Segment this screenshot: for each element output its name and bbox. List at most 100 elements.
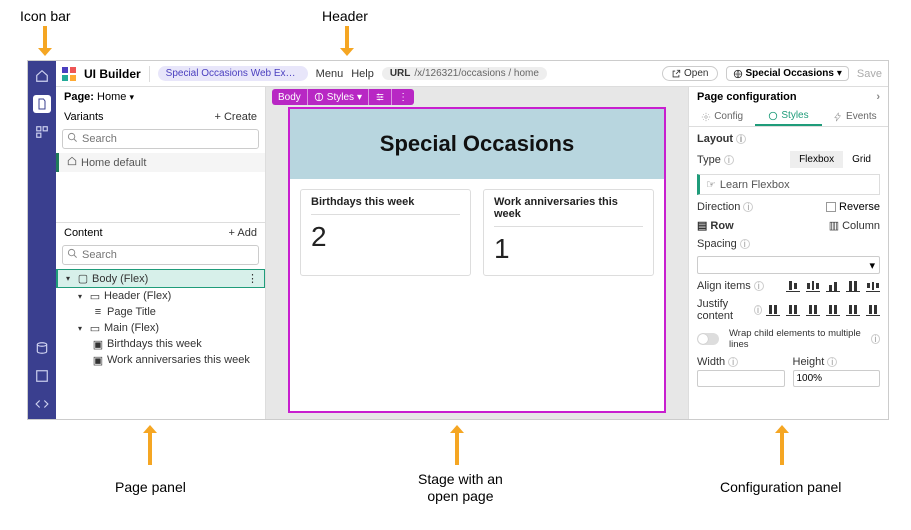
url-label: URL	[390, 68, 411, 79]
tree-card2[interactable]: ▣ Work anniversaries this week	[56, 352, 265, 368]
wrap-toggle[interactable]	[697, 333, 719, 345]
tab-label: Styles	[781, 110, 808, 121]
tree-header[interactable]: ▾ ▭ Header (Flex)	[56, 288, 265, 304]
reverse-checkbox[interactable]: Reverse	[826, 201, 880, 213]
page-selector[interactable]: Page: Home ▾	[56, 87, 265, 107]
menu-button[interactable]: Menu	[316, 68, 344, 80]
direction-row-button[interactable]: ▤ Row	[697, 219, 734, 232]
stage-area: Body Styles ▾ ⋮ Special O	[266, 87, 688, 419]
info-icon[interactable]: i	[871, 334, 880, 344]
info-icon[interactable]: i	[743, 202, 753, 212]
toolbar-settings-icon[interactable]	[369, 89, 392, 105]
tree-main[interactable]: ▾ ▭ Main (Flex)	[56, 320, 265, 336]
help-button[interactable]: Help	[351, 68, 374, 80]
info-icon[interactable]: i	[728, 357, 738, 367]
page-icon[interactable]	[33, 95, 51, 113]
height-input[interactable]	[793, 370, 881, 387]
content-tree: ▾ ▢ Body (Flex) ⋮ ▾ ▭ Header (Flex) ≡	[56, 269, 265, 419]
components-icon[interactable]	[33, 123, 51, 141]
justify-label: Justify content	[697, 298, 751, 322]
reverse-label: Reverse	[839, 201, 880, 213]
tree-body[interactable]: ▾ ▢ Body (Flex) ⋮	[56, 269, 265, 288]
type-flexbox[interactable]: Flexbox	[790, 151, 843, 168]
save-button[interactable]: Save	[857, 68, 882, 80]
justify-end-icon[interactable]	[806, 304, 820, 316]
layout-icon: ▢	[77, 274, 89, 284]
toolbar-styles-button[interactable]: Styles ▾	[308, 89, 369, 105]
align-end-icon[interactable]	[826, 280, 840, 292]
tab-events[interactable]: Events	[822, 107, 888, 126]
align-stretch-icon[interactable]	[846, 280, 860, 292]
content-search[interactable]	[62, 245, 259, 265]
config-title: Page configuration	[697, 91, 797, 103]
card-birthdays[interactable]: Birthdays this week 2	[300, 189, 471, 276]
tree-card1[interactable]: ▣ Birthdays this week	[56, 336, 265, 352]
align-items-label: Align items	[697, 280, 751, 292]
card-anniversaries[interactable]: Work anniversaries this week 1	[483, 189, 654, 276]
experience-pill[interactable]: Special Occasions Web Experie…	[158, 66, 308, 81]
code-icon[interactable]	[33, 395, 51, 413]
info-icon[interactable]: i	[740, 239, 750, 249]
justify-start-icon[interactable]	[766, 304, 780, 316]
variant-home-default[interactable]: Home default	[56, 153, 265, 172]
info-icon[interactable]: i	[736, 134, 746, 144]
container-icon: ▭	[89, 323, 101, 333]
info-icon[interactable]: i	[754, 281, 764, 291]
justify-evenly-icon[interactable]	[866, 304, 880, 316]
justify-between-icon[interactable]	[826, 304, 840, 316]
info-icon[interactable]: i	[724, 155, 734, 165]
spacing-select[interactable]: ▾	[697, 256, 880, 274]
environment-dropdown[interactable]: Special Occasions ▾	[726, 66, 849, 81]
type-label: Type	[697, 154, 721, 166]
more-icon[interactable]: ⋮	[247, 272, 264, 285]
type-grid[interactable]: Grid	[843, 151, 880, 168]
align-baseline-icon[interactable]	[866, 280, 880, 292]
tree-label: Header (Flex)	[104, 290, 171, 302]
toolbar-body-label[interactable]: Body	[272, 89, 308, 105]
stage-header: Special Occasions	[290, 109, 664, 179]
chevron-down-icon: ▾	[78, 292, 86, 301]
toolbar-more-icon[interactable]: ⋮	[392, 89, 414, 105]
justify-center-icon[interactable]	[786, 304, 800, 316]
height-label: Height	[793, 356, 825, 368]
stage-canvas[interactable]: Special Occasions Birthdays this week 2 …	[288, 107, 666, 413]
create-variant-button[interactable]: + Create	[215, 111, 258, 123]
variants-search-input[interactable]	[82, 133, 254, 145]
home-icon[interactable]	[33, 67, 51, 85]
type-toggle[interactable]: Flexbox Grid	[790, 151, 880, 168]
url-field[interactable]: URL /x/126321/occasions / home	[382, 67, 547, 80]
script-icon[interactable]	[33, 367, 51, 385]
chevron-right-icon[interactable]: ›	[876, 91, 880, 103]
variants-label: Variants	[64, 111, 104, 123]
data-icon[interactable]	[33, 339, 51, 357]
info-icon[interactable]: i	[827, 357, 837, 367]
width-input[interactable]	[697, 370, 785, 387]
tab-config[interactable]: Config	[689, 107, 755, 126]
tree-page-title[interactable]: ≡ Page Title	[56, 304, 265, 320]
app-frame: UI Builder Special Occasions Web Experie…	[27, 60, 889, 420]
card-value: 2	[311, 215, 460, 253]
search-icon	[67, 248, 78, 262]
add-content-button[interactable]: + Add	[229, 227, 257, 239]
search-icon	[67, 132, 78, 146]
variants-search[interactable]	[62, 129, 259, 149]
page-title: Special Occasions	[380, 131, 574, 157]
page-name: Home	[97, 91, 126, 103]
learn-flexbox-link[interactable]: ☞Learn Flexbox	[697, 174, 880, 195]
row-label: Row	[710, 220, 733, 232]
tab-styles[interactable]: Styles	[755, 107, 821, 126]
content-search-input[interactable]	[82, 249, 254, 261]
justify-around-icon[interactable]	[846, 304, 860, 316]
align-items-options	[786, 280, 880, 292]
header-bar: UI Builder Special Occasions Web Experie…	[56, 61, 888, 87]
annotation-stage: Stage with an open page	[418, 471, 503, 505]
direction-column-button[interactable]: ▥ Column	[829, 219, 880, 232]
stage-main: Birthdays this week 2 Work anniversaries…	[290, 179, 664, 286]
align-start-icon[interactable]	[786, 280, 800, 292]
page-panel: Page: Home ▾ Variants + Create	[56, 87, 266, 419]
align-center-icon[interactable]	[806, 280, 820, 292]
justify-options	[766, 304, 880, 316]
info-icon[interactable]: i	[754, 305, 762, 315]
card-title: Work anniversaries this week	[494, 196, 643, 227]
open-button[interactable]: Open	[662, 66, 717, 81]
